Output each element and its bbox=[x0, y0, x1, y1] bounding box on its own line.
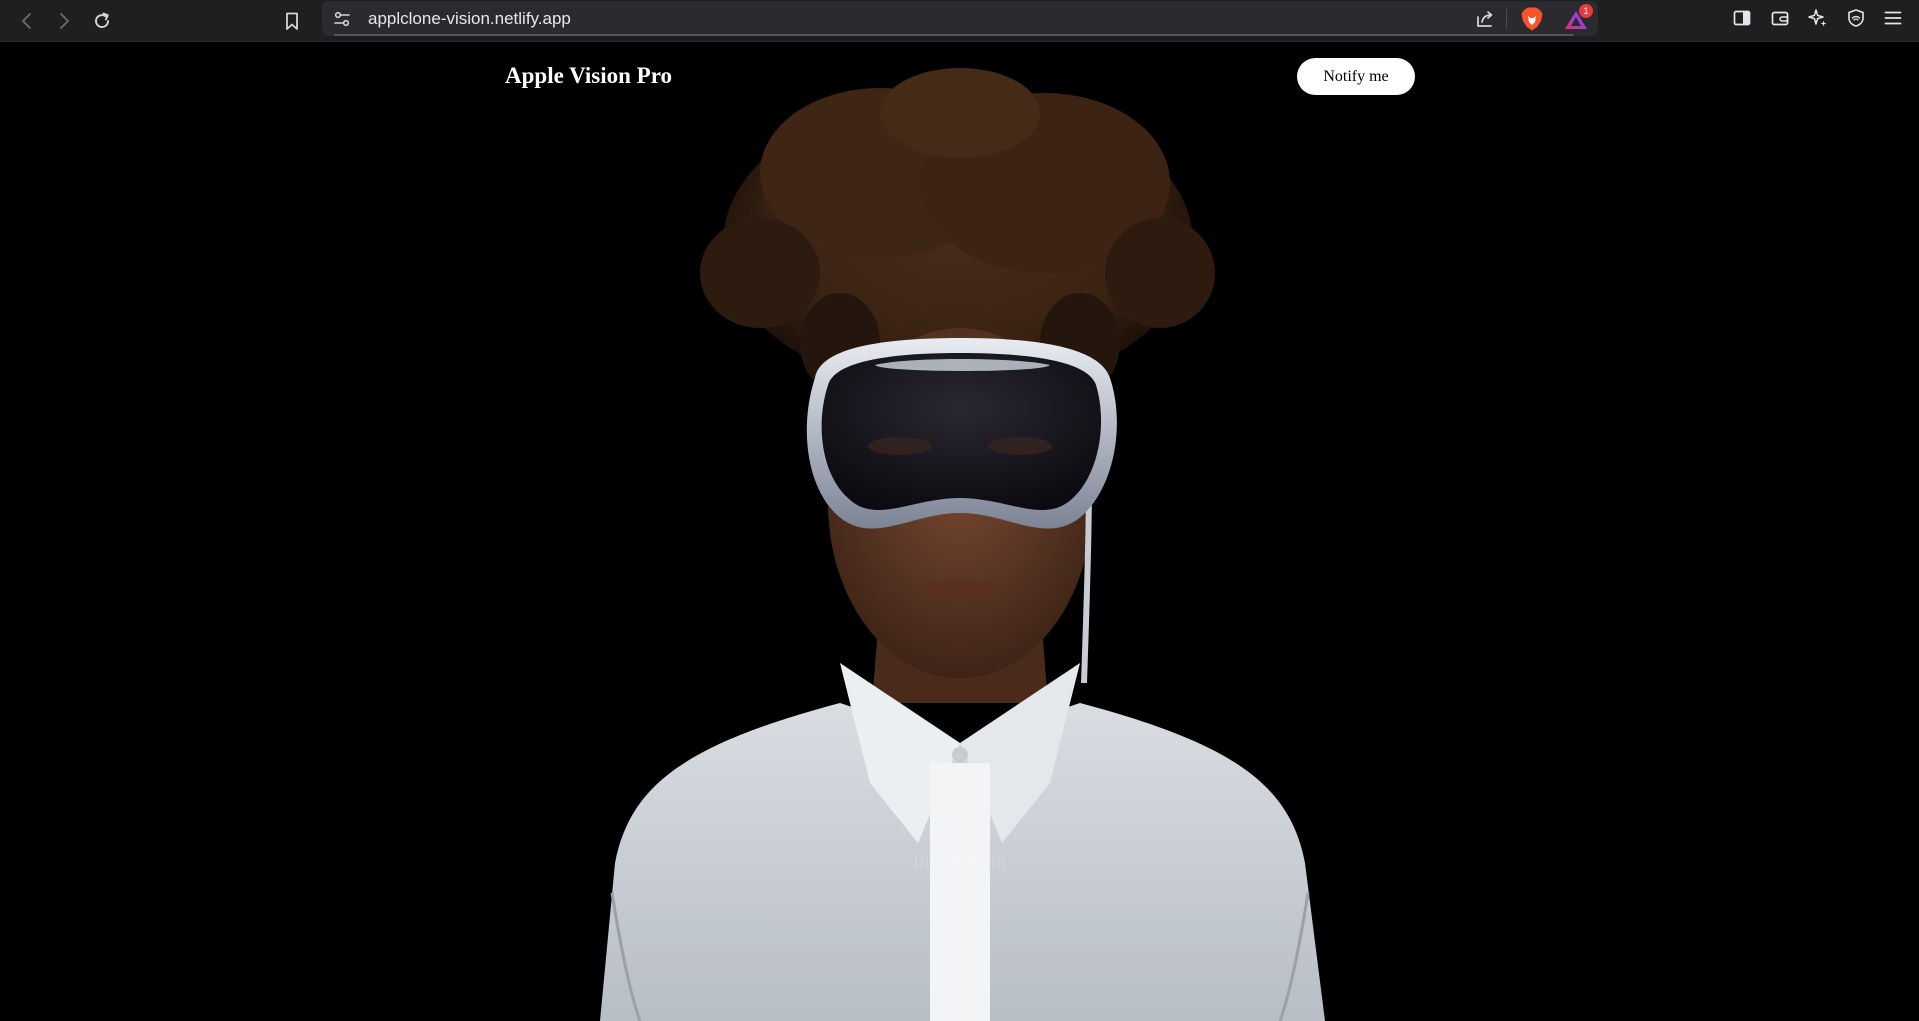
share-icon[interactable] bbox=[1474, 8, 1496, 30]
bookmark-icon bbox=[286, 12, 298, 30]
leo-button[interactable] bbox=[1806, 6, 1830, 30]
forward-button[interactable] bbox=[47, 4, 81, 38]
sidebar-button[interactable] bbox=[1730, 6, 1754, 30]
url-scroll-indicator bbox=[334, 34, 1574, 36]
menu-button[interactable] bbox=[1881, 6, 1905, 30]
address-bar[interactable]: applclone-vision.netlify.app 1 bbox=[322, 1, 1598, 36]
sidebar-icon bbox=[1733, 10, 1751, 26]
rewards-button[interactable]: 1 bbox=[1562, 4, 1593, 34]
bookmark-button[interactable] bbox=[275, 4, 309, 38]
reload-icon bbox=[95, 12, 109, 28]
brave-lion-icon[interactable] bbox=[1520, 6, 1544, 32]
hero-image bbox=[600, 68, 1325, 1021]
tune-icon[interactable] bbox=[332, 9, 352, 29]
back-button[interactable] bbox=[10, 4, 44, 38]
notify-me-button[interactable]: Notify me bbox=[1297, 58, 1415, 95]
rewards-badge: 1 bbox=[1579, 4, 1593, 18]
shirt-shape bbox=[600, 663, 1325, 1021]
page-title: Apple Vision Pro bbox=[505, 63, 672, 88]
hamburger-icon bbox=[1884, 11, 1902, 25]
wallet-icon bbox=[1771, 11, 1789, 26]
vpn-shield-icon bbox=[1848, 9, 1864, 27]
wallet-button[interactable] bbox=[1768, 6, 1792, 30]
page-viewport: Apple Vision Pro Notify me Introducing bbox=[0, 43, 1919, 1021]
chevron-right-icon bbox=[60, 13, 69, 29]
vpn-button[interactable] bbox=[1844, 6, 1868, 30]
chevron-left-icon bbox=[22, 13, 31, 29]
reload-button[interactable] bbox=[85, 4, 119, 38]
browser-toolbar: applclone-vision.netlify.app 1 bbox=[0, 0, 1919, 42]
hero-caption: Introducing bbox=[912, 850, 1007, 872]
divider bbox=[1506, 9, 1507, 29]
vision-pro-headset bbox=[806, 338, 1117, 529]
url-text[interactable]: applclone-vision.netlify.app bbox=[368, 9, 571, 29]
sparkle-icon bbox=[1808, 9, 1827, 27]
